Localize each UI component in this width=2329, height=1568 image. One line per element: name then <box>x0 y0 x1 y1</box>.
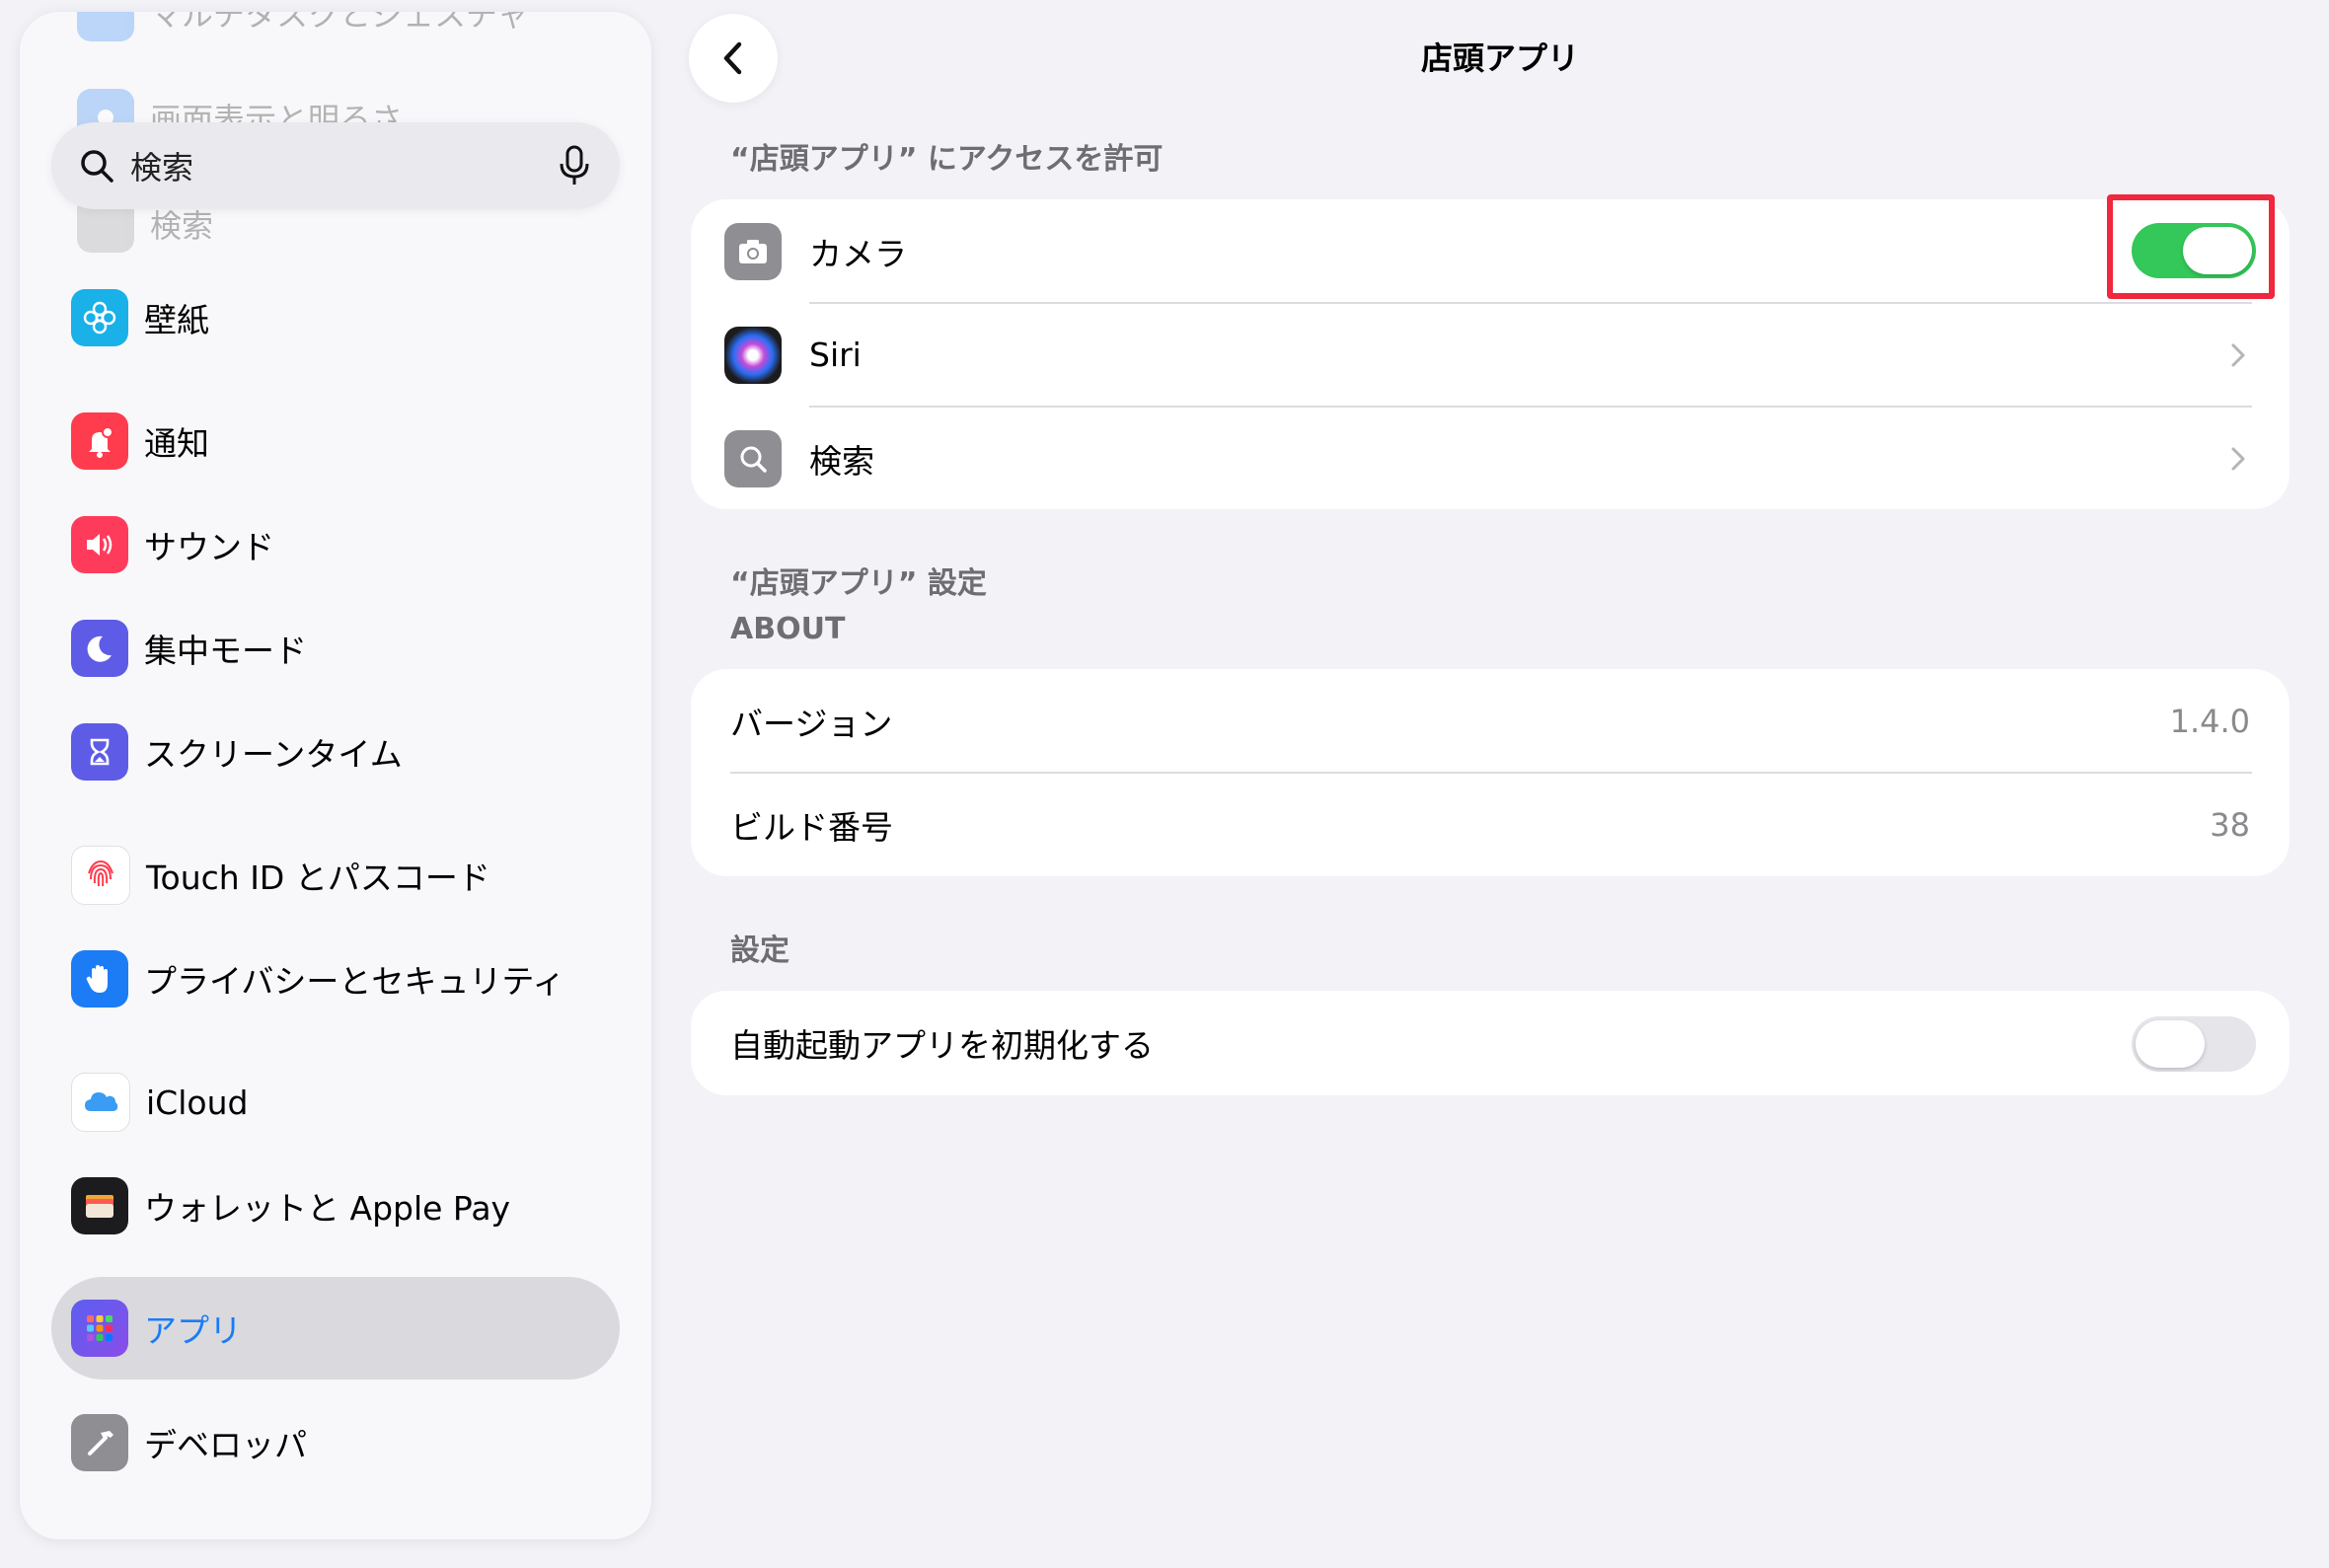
sidebar-item-privacy[interactable]: プライバシーとセキュリティ <box>71 939 624 1018</box>
chevron-left-icon <box>723 41 742 75</box>
search-icon <box>724 429 782 487</box>
section-header-settings: “店頭アプリ” 設定 <box>730 566 987 601</box>
access-group: カメラ Siri 検索 <box>691 199 2290 509</box>
focus-moon-icon <box>71 620 128 677</box>
toggle-knob <box>2136 1020 2205 1068</box>
sidebar-item-label: 集中モード <box>144 632 307 670</box>
search-placeholder: 検索 <box>130 149 194 187</box>
chevron-right-icon <box>2231 447 2245 470</box>
row-search[interactable]: 検索 <box>691 407 2290 510</box>
wallet-icon <box>71 1177 128 1234</box>
sidebar-item-multitasking-faded[interactable]: マルチタスクとジェスチャ <box>77 12 529 41</box>
hammer-icon <box>71 1414 128 1471</box>
sidebar-item-sounds[interactable]: サウンド <box>71 505 624 584</box>
sidebar-item-label: サウンド <box>144 528 274 566</box>
wallpaper-icon <box>71 289 128 346</box>
sidebar-item-notifications[interactable]: 通知 <box>71 402 624 481</box>
search-icon <box>81 150 113 183</box>
config-group: 自動起動アプリを初期化する <box>691 991 2290 1095</box>
back-button[interactable] <box>689 14 778 103</box>
sidebar-item-icloud[interactable]: iCloud <box>71 1063 624 1142</box>
sidebar-item-label: アプリ <box>144 1311 242 1350</box>
multitasking-icon <box>77 12 134 41</box>
sidebar-item-wallet[interactable]: ウォレットと Apple Pay <box>71 1166 624 1245</box>
sidebar-item-label: Touch ID とパスコード <box>146 859 490 897</box>
sidebar-item-wallpaper[interactable]: 壁紙 <box>71 278 624 357</box>
siri-icon <box>724 326 782 384</box>
sidebar-item-focus[interactable]: 集中モード <box>71 609 624 688</box>
sidebar-item-label: ウォレットと Apple Pay <box>144 1189 511 1228</box>
notifications-icon <box>71 412 128 470</box>
highlight-box <box>2107 194 2275 299</box>
page-title: 店頭アプリ <box>1420 39 1579 77</box>
sidebar-item-touch-id[interactable]: Touch ID とパスコード <box>71 836 624 915</box>
icloud-icon <box>71 1073 130 1132</box>
row-label: Siri <box>809 336 862 374</box>
row-label: ビルド番号 <box>730 807 893 847</box>
row-siri[interactable]: Siri <box>691 303 2290 407</box>
row-label: バージョン <box>730 704 893 743</box>
sidebar-item-label: スクリーンタイム <box>144 735 403 774</box>
sidebar-item-label: 通知 <box>144 424 209 463</box>
microphone-icon[interactable] <box>555 144 594 187</box>
sidebar-item-label: 壁紙 <box>144 301 209 339</box>
hourglass-icon <box>71 723 128 781</box>
sound-icon <box>71 516 128 573</box>
build-value: 38 <box>2210 805 2250 844</box>
sidebar-item-label: マルチタスクとジェスチャ <box>150 12 529 34</box>
sidebar-item-developer[interactable]: デベロッパ <box>71 1403 624 1482</box>
row-label: カメラ <box>809 234 907 273</box>
version-value: 1.4.0 <box>2169 702 2250 740</box>
chevron-right-icon <box>2231 343 2245 366</box>
row-reset-autostart[interactable]: 自動起動アプリを初期化する <box>691 991 2290 1094</box>
row-label: 自動起動アプリを初期化する <box>730 1025 1154 1065</box>
row-version: バージョン 1.4.0 <box>691 669 2290 773</box>
row-camera[interactable]: カメラ <box>691 199 2290 303</box>
sidebar-item-label: iCloud <box>146 1083 249 1122</box>
sidebar-item-label: プライバシーとセキュリティ <box>144 962 565 1001</box>
reset-autostart-toggle[interactable] <box>2132 1016 2256 1072</box>
fingerprint-icon <box>71 846 130 905</box>
section-header-access: “店頭アプリ” にアクセスを許可 <box>730 142 1164 177</box>
sidebar-item-apps[interactable]: アプリ <box>51 1277 620 1380</box>
section-header-about: ABOUT <box>730 612 846 646</box>
search-field[interactable]: 検索 <box>51 122 620 209</box>
sidebar-item-label: デベロッパ <box>144 1426 307 1464</box>
privacy-hand-icon <box>71 950 128 1008</box>
sidebar: マルチタスクとジェスチャ 画面表示と明るさ 検索 検索 壁紙 通知 サウンド 集… <box>20 12 651 1539</box>
camera-icon <box>724 222 782 280</box>
section-header-config: 設定 <box>730 933 789 968</box>
row-label: 検索 <box>809 441 874 481</box>
sidebar-item-screen-time[interactable]: スクリーンタイム <box>71 712 624 791</box>
about-group: バージョン 1.4.0 ビルド番号 38 <box>691 669 2290 876</box>
apps-grid-icon <box>71 1300 128 1357</box>
row-build: ビルド番号 38 <box>691 773 2290 876</box>
